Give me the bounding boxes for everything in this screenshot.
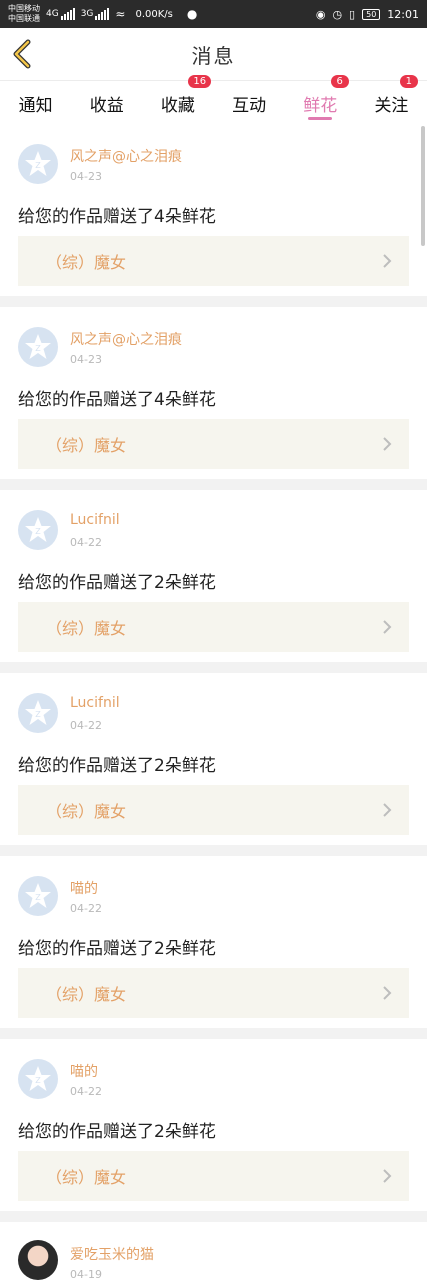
work-link[interactable]: （综）魔女 (18, 419, 409, 469)
message-date: 04-19 (70, 1268, 102, 1280)
sender-name[interactable]: 喵的 (70, 878, 98, 898)
network-speed: 0.00K/s (135, 8, 173, 20)
alarm-icon: ◷ (332, 7, 343, 21)
message-card: Z 风之声@心之泪痕 04-23 给您的作品赠送了4朵鲜花 （综）魔女 (0, 307, 427, 479)
svg-text:Z: Z (35, 527, 41, 536)
default-avatar-icon[interactable]: Z (18, 1059, 58, 1099)
tab-label: 收益 (89, 96, 124, 116)
app-notification-icon: ● (186, 7, 198, 21)
svg-text:Z: Z (35, 710, 41, 719)
sender-name[interactable]: 喵的 (70, 1061, 98, 1081)
title-bar: 消息 (0, 28, 427, 80)
svg-text:Z: Z (35, 344, 41, 353)
signal-icon (95, 8, 110, 20)
work-title: （综）魔女 (46, 253, 127, 272)
tab-label: 通知 (18, 96, 53, 116)
signal-icon (60, 8, 75, 20)
default-avatar-icon[interactable]: Z (18, 327, 58, 367)
tab-bar: 通知 收益 收藏 16 互动 鲜花 6 关注 1 (0, 75, 427, 124)
message-date: 04-22 (70, 719, 102, 732)
vibrate-icon: ▯ (349, 7, 356, 21)
message-text: 给您的作品赠送了2朵鲜花 (18, 756, 216, 776)
unread-badge: 1 (399, 75, 418, 88)
carrier-1: 中国移动 (8, 4, 40, 13)
message-list: Z 风之声@心之泪痕 04-23 给您的作品赠送了4朵鲜花 （综）魔女 Z 风之… (0, 124, 427, 1280)
message-date: 04-22 (70, 536, 102, 549)
chevron-right-icon (383, 437, 392, 451)
status-bar: 中国移动 中国联通 4G 3G ≈ 0.00K/s ● ◉ ◷ ▯ 50 12:… (0, 0, 427, 28)
message-card: Z Lucifnil 04-22 给您的作品赠送了2朵鲜花 （综）魔女 (0, 490, 427, 662)
sender-name[interactable]: 风之声@心之泪痕 (70, 329, 182, 349)
tab-follow[interactable]: 关注 1 (356, 75, 427, 124)
scrollbar[interactable] (421, 126, 425, 246)
unread-badge: 6 (330, 75, 349, 88)
message-text: 给您的作品赠送了2朵鲜花 (18, 1122, 216, 1142)
back-arrow-icon[interactable] (10, 38, 38, 70)
work-title: （综）魔女 (46, 985, 127, 1004)
eye-icon: ◉ (315, 7, 326, 21)
default-avatar-icon[interactable]: Z (18, 876, 58, 916)
carrier-2: 中国联通 (8, 14, 40, 23)
message-date: 04-22 (70, 902, 102, 915)
tab-income[interactable]: 收益 (71, 81, 142, 124)
clock: 12:01 (387, 7, 419, 21)
message-date: 04-23 (70, 170, 102, 183)
tab-label: 关注 (374, 96, 409, 116)
work-title: （综）魔女 (46, 619, 127, 638)
message-card: Z 风之声@心之泪痕 04-23 给您的作品赠送了4朵鲜花 （综）魔女 (0, 124, 427, 296)
chevron-right-icon (383, 803, 392, 817)
message-date: 04-23 (70, 353, 102, 366)
message-card: Z 喵的 04-22 给您的作品赠送了2朵鲜花 （综）魔女 (0, 856, 427, 1028)
work-title: （综）魔女 (46, 1168, 127, 1187)
work-link[interactable]: （综）魔女 (18, 236, 409, 286)
message-card: Z Lucifnil 04-22 给您的作品赠送了2朵鲜花 （综）魔女 (0, 673, 427, 845)
chevron-right-icon (383, 254, 392, 268)
wifi-icon: ≈ (115, 7, 126, 21)
message-text: 给您的作品赠送了2朵鲜花 (18, 939, 216, 959)
work-link[interactable]: （综）魔女 (18, 1151, 409, 1201)
tab-interaction[interactable]: 互动 (214, 81, 285, 124)
work-link[interactable]: （综）魔女 (18, 785, 409, 835)
tab-label: 收藏 (160, 96, 195, 116)
sender-name[interactable]: Lucifnil (70, 695, 120, 711)
default-avatar-icon[interactable]: Z (18, 144, 58, 184)
message-text: 给您的作品赠送了4朵鲜花 (18, 207, 216, 227)
work-title: （综）魔女 (46, 802, 127, 821)
network-1: 4G (46, 9, 59, 19)
message-text: 给您的作品赠送了2朵鲜花 (18, 573, 216, 593)
work-link[interactable]: （综）魔女 (18, 602, 409, 652)
message-card: 爱吃玉米的猫 04-19 (0, 1222, 427, 1280)
user-avatar[interactable] (18, 1240, 58, 1280)
svg-text:Z: Z (35, 161, 41, 170)
tab-notice[interactable]: 通知 (0, 81, 71, 124)
tab-favorites[interactable]: 收藏 16 (142, 75, 213, 124)
sender-name[interactable]: 爱吃玉米的猫 (70, 1244, 154, 1264)
svg-text:Z: Z (35, 1076, 41, 1085)
sender-name[interactable]: Lucifnil (70, 512, 120, 528)
page-title: 消息 (191, 43, 236, 68)
chevron-right-icon (383, 1169, 392, 1183)
tab-label: 互动 (232, 96, 267, 116)
svg-text:Z: Z (35, 893, 41, 902)
tab-label: 鲜花 (303, 96, 338, 116)
message-date: 04-22 (70, 1085, 102, 1098)
carrier-info: 中国移动 中国联通 (8, 4, 40, 24)
default-avatar-icon[interactable]: Z (18, 693, 58, 733)
default-avatar-icon[interactable]: Z (18, 510, 58, 550)
work-link[interactable]: （综）魔女 (18, 968, 409, 1018)
chevron-right-icon (383, 620, 392, 634)
sender-name[interactable]: 风之声@心之泪痕 (70, 146, 182, 166)
work-title: （综）魔女 (46, 436, 127, 455)
chevron-right-icon (383, 986, 392, 1000)
message-card: Z 喵的 04-22 给您的作品赠送了2朵鲜花 （综）魔女 (0, 1039, 427, 1211)
message-text: 给您的作品赠送了4朵鲜花 (18, 390, 216, 410)
unread-badge: 16 (188, 75, 212, 88)
tab-flowers[interactable]: 鲜花 6 (285, 75, 356, 124)
network-2: 3G (80, 9, 94, 19)
battery-icon: 50 (362, 8, 381, 20)
